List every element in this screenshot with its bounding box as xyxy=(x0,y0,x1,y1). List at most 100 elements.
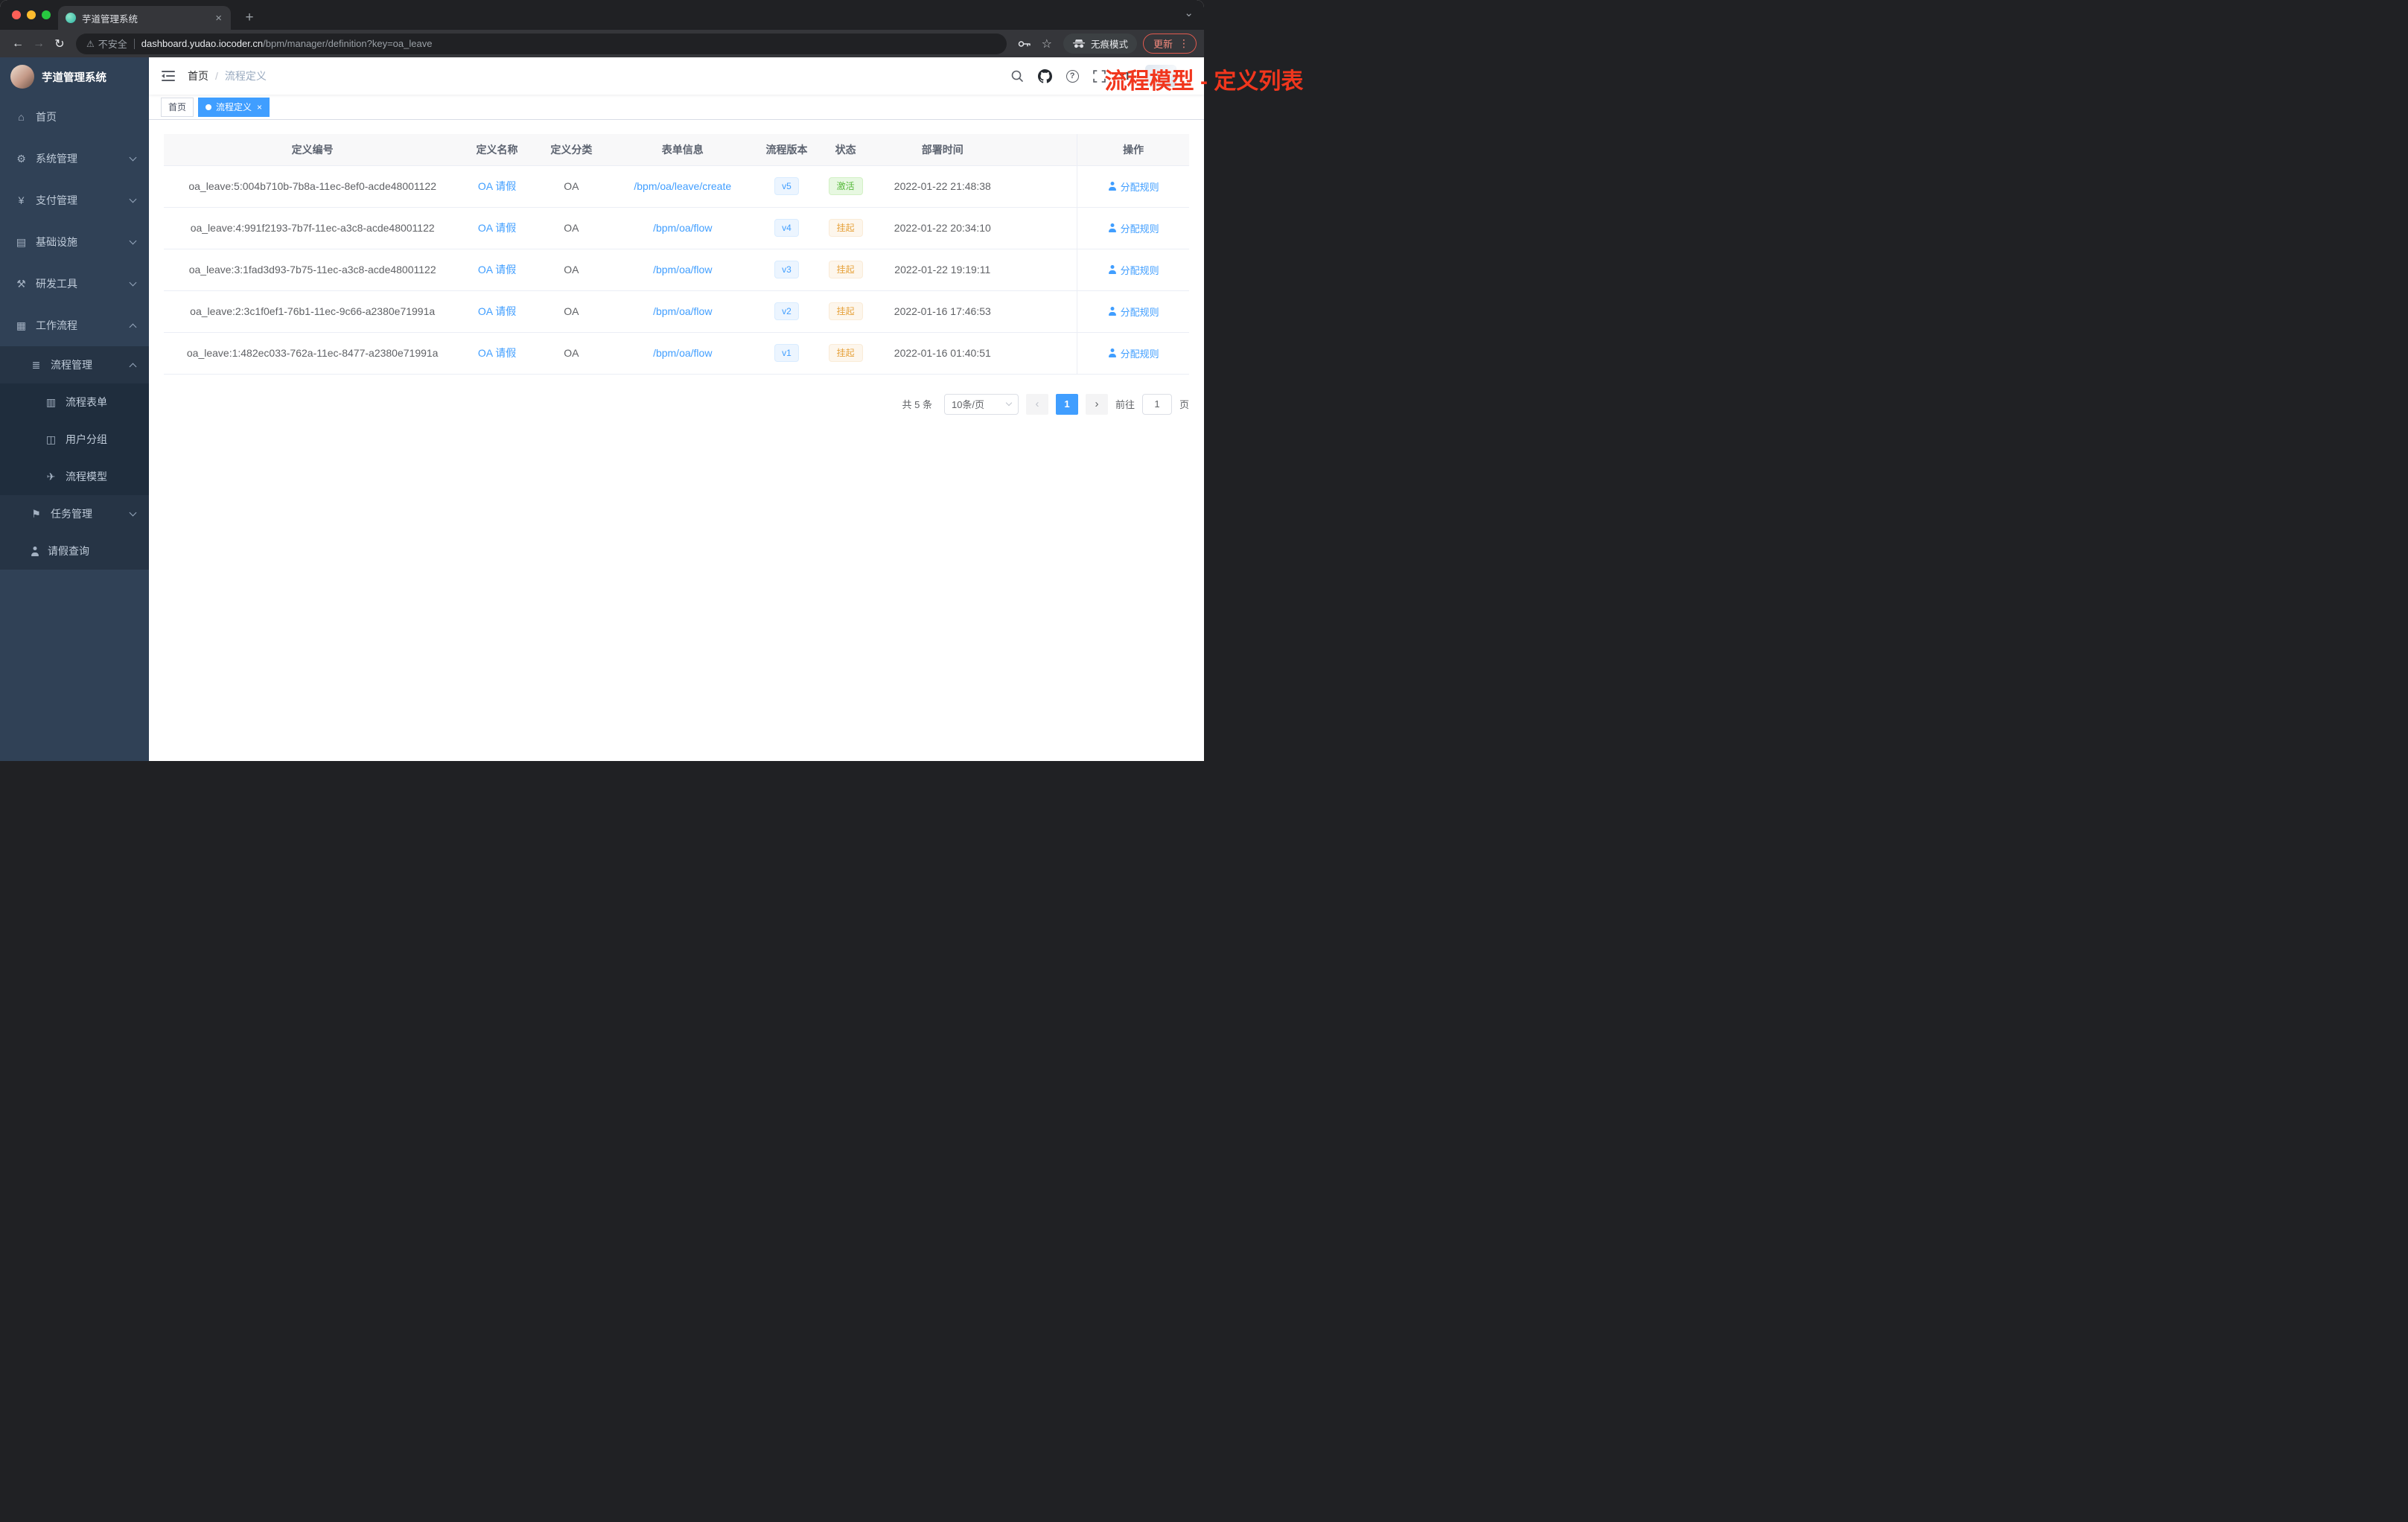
zoom-window-button[interactable] xyxy=(42,10,51,19)
chrome-update-button[interactable]: 更新 ⋮ xyxy=(1142,34,1197,54)
avatar-caret-down-icon[interactable]: ⌄ xyxy=(1185,77,1192,87)
page-size-select[interactable]: 10条/页 xyxy=(943,393,1019,415)
tab-search-chevron-icon[interactable]: ⌄ xyxy=(1184,6,1194,19)
sidebar-menu: ⌂ 首页 ⚙ 系统管理 ¥ 支付管理 ▤ 基础设施 ⚒ 研发工具 ▦ 工作流程 ≣ 流程管理 ▥ 流程表单 ◫ 用… xyxy=(0,96,149,570)
paper-plane-icon: ✈ xyxy=(46,470,56,483)
table-row: oa_leave:5:004b710b-7b8a-11ec-8ef0-acde4… xyxy=(164,165,1189,208)
dashboard-icon: ⌂ xyxy=(18,111,25,123)
deploy-time-cell: 2022-01-22 21:48:38 xyxy=(873,165,1012,208)
font-size-icon[interactable]: TT xyxy=(1120,71,1131,82)
sidebar-item-label: 用户分组 xyxy=(66,433,107,445)
spacer-cell xyxy=(1011,165,1077,208)
new-tab-button[interactable]: + xyxy=(240,8,259,28)
current-page-button[interactable]: 1 xyxy=(1055,393,1078,415)
sidebar-item-devtools[interactable]: ⚒ 研发工具 xyxy=(0,263,149,305)
col-actions: 操作 xyxy=(1077,134,1189,166)
form-info-link[interactable]: /bpm/oa/leave/create xyxy=(634,180,731,192)
sidebar-item-task-mgmt[interactable]: ⚑ 任务管理 xyxy=(0,495,149,532)
definition-id-cell: oa_leave:1:482ec033-762a-11ec-8477-a2380… xyxy=(164,332,462,375)
person-icon xyxy=(30,547,39,556)
assign-rule-link[interactable]: 分配规则 xyxy=(1108,305,1159,319)
status-tag: 挂起 xyxy=(828,219,863,237)
yen-icon: ¥ xyxy=(18,194,25,206)
spacer-cell xyxy=(1011,290,1077,333)
bookmark-star-icon[interactable]: ☆ xyxy=(1042,36,1052,51)
briefcase-icon: ▦ xyxy=(16,319,27,331)
sidebar-item-infrastructure[interactable]: ▤ 基础设施 xyxy=(0,221,149,263)
col-status: 状态 xyxy=(818,134,873,166)
collapse-sidebar-icon[interactable] xyxy=(161,70,176,82)
assign-rule-link[interactable]: 分配规则 xyxy=(1108,346,1159,360)
sidebar-item-home[interactable]: ⌂ 首页 xyxy=(0,96,149,138)
assign-rule-link[interactable]: 分配规则 xyxy=(1108,221,1159,235)
browser-tab[interactable]: 芋道管理系统 × xyxy=(58,6,231,30)
github-icon[interactable] xyxy=(1037,69,1052,83)
forward-button[interactable]: → xyxy=(28,34,49,54)
definition-name-link[interactable]: OA 请假 xyxy=(478,347,516,359)
sidebar-item-process-form[interactable]: ▥ 流程表单 xyxy=(0,383,149,421)
tag-home[interactable]: 首页 xyxy=(161,97,194,117)
next-page-button[interactable]: › xyxy=(1085,393,1108,415)
reload-button[interactable]: ↻ xyxy=(49,34,70,54)
person-icon xyxy=(1108,265,1117,274)
tag-close-icon[interactable]: × xyxy=(257,102,262,112)
sidebar-item-process-mgmt[interactable]: ≣ 流程管理 xyxy=(0,346,149,383)
minimize-window-button[interactable] xyxy=(27,10,36,19)
sidebar-item-workflow[interactable]: ▦ 工作流程 xyxy=(0,305,149,346)
sidebar-item-user-group[interactable]: ◫ 用户分组 xyxy=(0,421,149,458)
deploy-time-cell: 2022-01-16 17:46:53 xyxy=(873,290,1012,333)
version-tag: v1 xyxy=(774,344,799,362)
sidebar-item-process-model[interactable]: ✈ 流程模型 xyxy=(0,458,149,495)
sidebar-item-label: 工作流程 xyxy=(36,319,77,331)
form-info-link[interactable]: /bpm/oa/flow xyxy=(653,347,712,359)
user-avatar[interactable] xyxy=(1144,65,1176,87)
address-bar[interactable]: ⚠ 不安全 dashboard.yudao.iocoder.cn /bpm/ma… xyxy=(76,33,1007,54)
col-spacer xyxy=(1011,134,1077,166)
definition-id-cell: oa_leave:4:991f2193-7b7f-11ec-a3c8-acde4… xyxy=(164,207,462,249)
sidebar-item-leave-query[interactable]: 请假查询 xyxy=(0,532,149,570)
macos-window-controls[interactable] xyxy=(12,10,51,19)
assign-rule-link[interactable]: 分配规则 xyxy=(1108,263,1159,277)
tools-icon: ⚒ xyxy=(16,277,26,290)
version-tag: v4 xyxy=(774,219,799,237)
definition-name-link[interactable]: OA 请假 xyxy=(478,222,516,234)
update-label: 更新 xyxy=(1153,39,1173,50)
close-window-button[interactable] xyxy=(12,10,21,19)
sidebar-item-payment[interactable]: ¥ 支付管理 xyxy=(0,179,149,221)
sidebar-item-label: 系统管理 xyxy=(36,153,77,165)
total-count-label: 共 5 条 xyxy=(902,399,932,410)
fullscreen-icon[interactable] xyxy=(1092,69,1106,83)
gear-icon: ⚙ xyxy=(16,152,26,165)
form-info-link[interactable]: /bpm/oa/flow xyxy=(653,305,712,317)
tab-close-icon[interactable]: × xyxy=(214,12,223,25)
password-key-icon[interactable] xyxy=(1018,40,1031,48)
col-definition-id: 定义编号 xyxy=(164,134,462,166)
status-tag: 挂起 xyxy=(828,261,863,278)
url-path: /bpm/manager/definition?key=oa_leave xyxy=(263,38,433,49)
breadcrumb-current: 流程定义 xyxy=(224,70,267,82)
breadcrumb-home[interactable]: 首页 xyxy=(188,69,208,83)
browser-menu-kebab-icon[interactable]: ⋮ xyxy=(1179,37,1189,50)
form-info-link[interactable]: /bpm/oa/flow xyxy=(653,264,712,276)
form-info-link[interactable]: /bpm/oa/flow xyxy=(653,222,712,234)
col-definition-category: 定义分类 xyxy=(532,134,610,166)
deploy-time-cell: 2022-01-22 20:34:10 xyxy=(873,207,1012,249)
back-button[interactable]: ← xyxy=(7,34,28,54)
page-content: 定义编号 定义名称 定义分类 表单信息 流程版本 状态 部署时间 操作 oa_l… xyxy=(149,120,1204,761)
search-icon[interactable] xyxy=(1010,69,1024,83)
sidebar-item-label: 流程表单 xyxy=(66,396,107,408)
spacer-cell xyxy=(1011,332,1077,375)
prev-page-button[interactable]: ‹ xyxy=(1025,393,1048,415)
definition-name-link[interactable]: OA 请假 xyxy=(478,305,516,317)
help-icon[interactable]: ? xyxy=(1066,69,1079,83)
sidebar-logo[interactable]: 芋道管理系统 xyxy=(0,57,149,96)
table-header-row: 定义编号 定义名称 定义分类 表单信息 流程版本 状态 部署时间 操作 xyxy=(164,134,1189,166)
definition-name-link[interactable]: OA 请假 xyxy=(478,180,516,192)
assign-rule-link[interactable]: 分配规则 xyxy=(1108,179,1159,194)
chevron-up-icon xyxy=(129,363,137,370)
sidebar-item-system[interactable]: ⚙ 系统管理 xyxy=(0,138,149,179)
goto-page-input[interactable] xyxy=(1141,393,1172,415)
tag-process-definition[interactable]: 流程定义 × xyxy=(198,97,270,117)
definition-name-link[interactable]: OA 请假 xyxy=(478,264,516,276)
incognito-label: 无痕模式 xyxy=(1090,39,1128,50)
